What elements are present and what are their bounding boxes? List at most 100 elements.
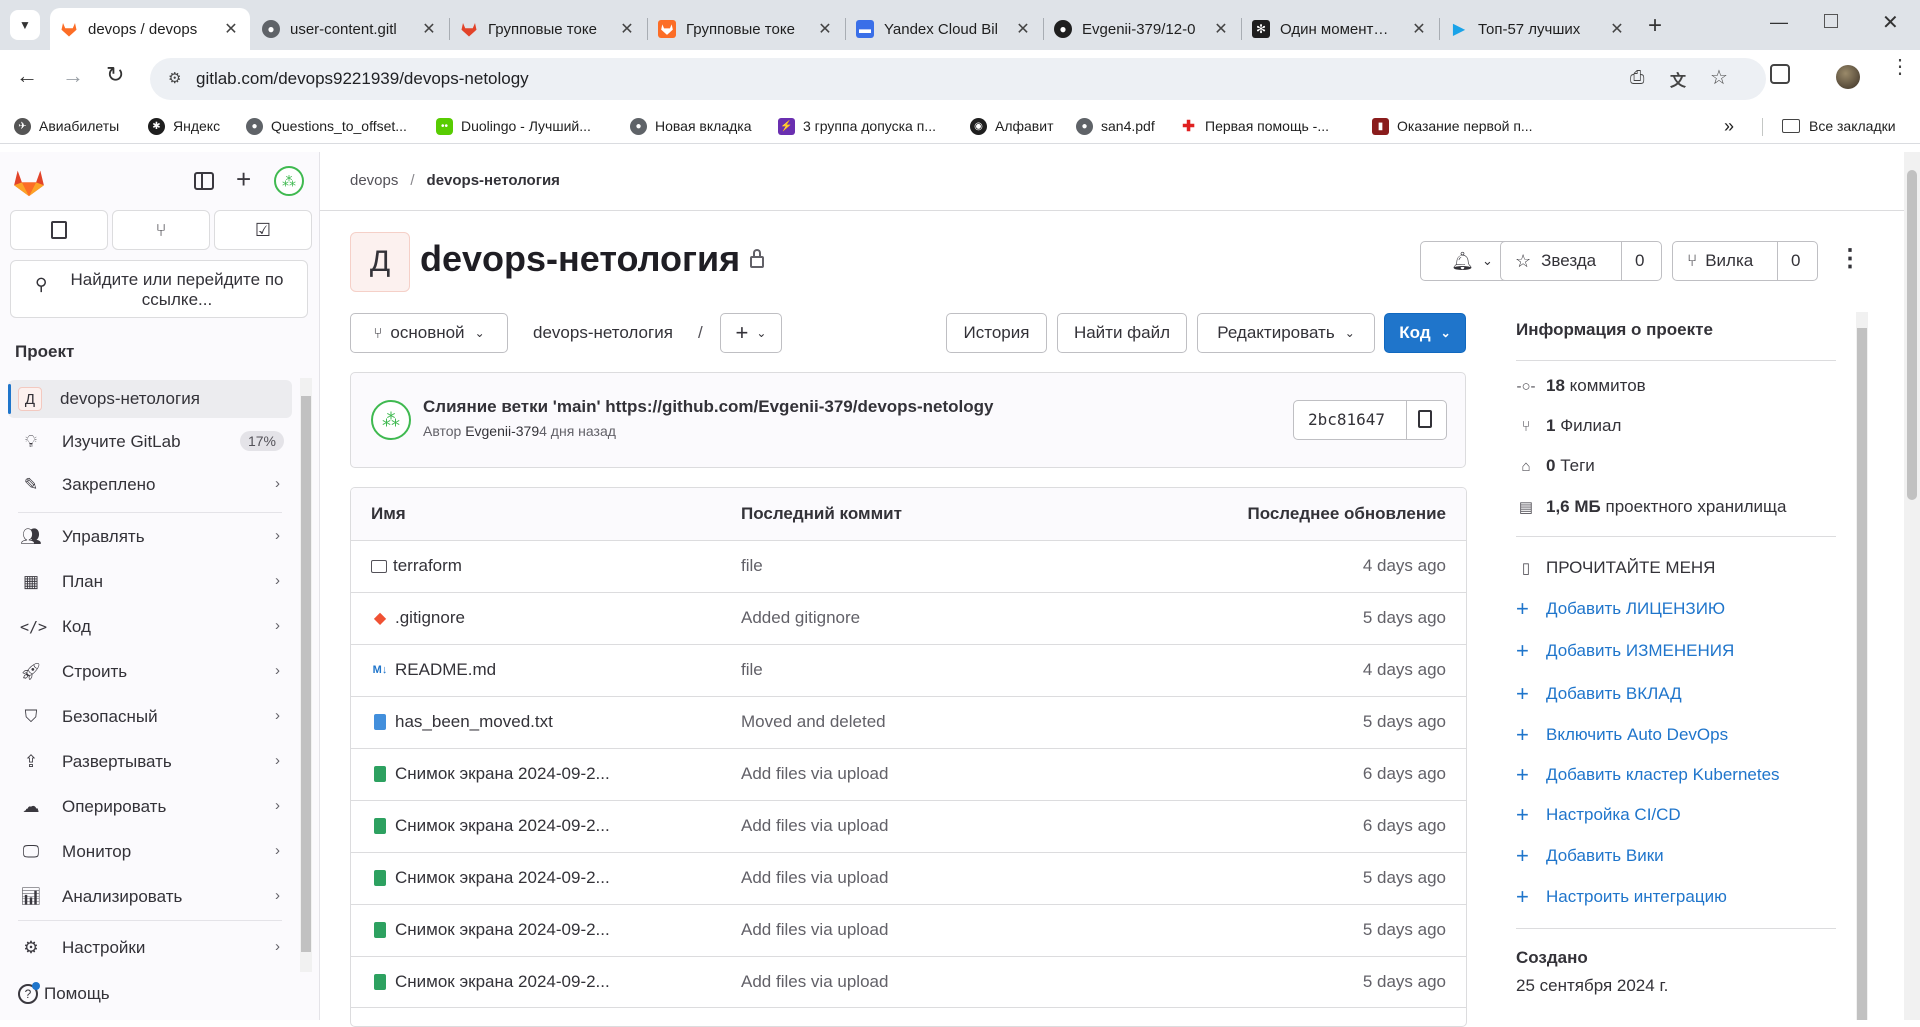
bookmark[interactable]: •• Duolingo - Лучший...: [436, 116, 591, 136]
new-tab-button[interactable]: +: [1648, 12, 1662, 40]
nav-build[interactable]: 🚀︎ Строить ›: [8, 653, 292, 691]
more-bookmarks-icon[interactable]: »: [1724, 116, 1734, 136]
browser-tab[interactable]: ● user-content.gitl ✕: [252, 8, 448, 50]
commit-sha[interactable]: 2bc81647: [1293, 400, 1447, 440]
close-window-button[interactable]: ✕: [1882, 10, 1899, 35]
close-icon[interactable]: ✕: [618, 19, 636, 39]
tab-search-button[interactable]: ▼: [10, 10, 40, 40]
todo-shortcut[interactable]: ☑: [214, 210, 312, 250]
all-bookmarks[interactable]: Все закладки: [1782, 116, 1896, 136]
bookmark[interactable]: ● Questions_to_offset...: [246, 116, 407, 136]
nav-project[interactable]: Д devops-нетология: [8, 380, 292, 418]
close-icon[interactable]: ✕: [222, 19, 240, 39]
gitlab-logo[interactable]: [12, 166, 46, 203]
copy-icon[interactable]: [1418, 410, 1432, 428]
edit-dropdown[interactable]: Редактировать ⌄: [1197, 313, 1375, 353]
bookmark-star-icon[interactable]: ☆: [1710, 65, 1728, 90]
commit-author[interactable]: Evgenii-379: [465, 423, 539, 439]
setup-cicd-link[interactable]: + Настройка CI/CD: [1516, 802, 1681, 828]
site-info-icon[interactable]: ⚙: [168, 69, 181, 87]
close-icon[interactable]: ✕: [420, 19, 438, 39]
restore-button[interactable]: [1824, 14, 1838, 28]
bookmark[interactable]: ▮ Оказание первой п...: [1372, 116, 1533, 136]
add-license-link[interactable]: + Добавить ЛИЦЕНЗИЮ: [1516, 596, 1725, 622]
close-icon[interactable]: ✕: [816, 19, 834, 39]
nav-plan[interactable]: ▦ План ›: [8, 563, 292, 601]
profile-avatar[interactable]: [1836, 65, 1860, 89]
issues-shortcut[interactable]: [10, 210, 108, 250]
code-dropdown[interactable]: Код ⌄: [1384, 313, 1466, 353]
fork-button[interactable]: ⑂ Вилка 0: [1672, 241, 1818, 281]
browser-menu-icon[interactable]: ⋮: [1890, 57, 1910, 77]
nav-code[interactable]: </> Код ›: [8, 608, 292, 646]
table-row[interactable]: terraform file 4 days ago: [351, 540, 1466, 592]
branch-selector[interactable]: ⑂ основной ⌄: [350, 313, 508, 353]
close-icon[interactable]: ✕: [1014, 19, 1032, 39]
merge-requests-shortcut[interactable]: ⑂: [112, 210, 210, 250]
forward-button[interactable]: →: [62, 63, 84, 89]
table-row[interactable]: Снимок экрана 2024-09-2... Add files via…: [351, 956, 1466, 1008]
nav-learn-gitlab[interactable]: 💡︎ Изучите GitLab 17%: [8, 423, 292, 461]
repo-path[interactable]: devops-нетология: [533, 323, 673, 343]
enable-auto-devops-link[interactable]: + Включить Auto DevOps: [1516, 722, 1728, 748]
bookmark[interactable]: ⚡ 3 группа допуска п...: [778, 116, 936, 136]
nav-deploy[interactable]: ⇪ Развертывать ›: [8, 743, 292, 781]
sidebar-scrollbar[interactable]: [300, 378, 312, 972]
install-app-icon[interactable]: ⎙: [1630, 67, 1644, 88]
user-avatar[interactable]: ⁂: [274, 166, 304, 196]
bookmark[interactable]: ● san4.pdf: [1076, 116, 1155, 136]
history-button[interactable]: История: [946, 313, 1047, 353]
panel-scrollbar[interactable]: [1856, 312, 1868, 1020]
browser-tab[interactable]: devops / devops ✕: [50, 8, 250, 50]
url-text[interactable]: gitlab.com/devops9221939/devops-netology: [196, 69, 529, 89]
star-button[interactable]: ☆ Звезда 0: [1500, 241, 1662, 281]
table-row[interactable]: ◆ .gitignore Added gitignore 5 days ago: [351, 592, 1466, 644]
browser-tab[interactable]: Групповые токе ✕: [648, 8, 844, 50]
nav-analyze[interactable]: 📊︎ Анализировать ›: [8, 878, 292, 916]
author-avatar[interactable]: ⁂: [371, 400, 411, 440]
add-contributing-link[interactable]: + Добавить ВКЛАД: [1516, 681, 1682, 707]
storage-stat[interactable]: ▤ 1,6 МБ проектного хранилища: [1516, 497, 1787, 517]
help-link[interactable]: ? Помощь: [18, 982, 110, 1004]
browser-tab[interactable]: ✻ Один момент… ✕: [1242, 8, 1438, 50]
create-new-icon[interactable]: +: [236, 164, 251, 195]
table-row[interactable]: has_been_moved.txt Moved and deleted 5 d…: [351, 696, 1466, 748]
commits-stat[interactable]: -○- 18 коммитов: [1516, 376, 1645, 396]
translate-icon[interactable]: 文: [1670, 67, 1686, 91]
find-file-button[interactable]: Найти файл: [1057, 313, 1187, 353]
back-button[interactable]: ←: [16, 63, 38, 89]
browser-tab[interactable]: ▶ Топ-57 лучших ✕: [1440, 8, 1636, 50]
close-icon[interactable]: ✕: [1608, 19, 1626, 39]
bookmark[interactable]: ✈ Авиабилеты: [14, 116, 119, 136]
table-row[interactable]: Снимок экрана 2024-09-2... Add files via…: [351, 904, 1466, 956]
commit-message[interactable]: Слияние ветки 'main' https://github.com/…: [423, 397, 994, 417]
add-wiki-link[interactable]: + Добавить Вики: [1516, 843, 1664, 869]
more-actions-icon[interactable]: ⋮: [1838, 244, 1862, 273]
table-row[interactable]: Снимок экрана 2024-09-2... Add files via…: [351, 800, 1466, 852]
bookmark[interactable]: ● Новая вкладка: [630, 116, 752, 136]
close-icon[interactable]: ✕: [1212, 19, 1230, 39]
nav-pinned[interactable]: ✎ Закреплено ›: [8, 466, 292, 504]
configure-integration-link[interactable]: + Настроить интеграцию: [1516, 884, 1727, 910]
close-icon[interactable]: ✕: [1410, 19, 1428, 39]
extensions-icon[interactable]: [1770, 64, 1790, 84]
nav-monitor[interactable]: 🖵︎ Монитор ›: [8, 833, 292, 871]
breadcrumb-group[interactable]: devops: [350, 172, 398, 189]
bookmark[interactable]: ✱ Яндекс: [148, 116, 220, 136]
tags-stat[interactable]: ⌂ 0 Теги: [1516, 456, 1594, 476]
table-row[interactable]: M↓ README.md file 4 days ago: [351, 644, 1466, 696]
bookmark[interactable]: ◉ Алфавит: [970, 116, 1053, 136]
reload-button[interactable]: ↻: [106, 62, 124, 88]
nav-manage[interactable]: 👥︎ Управлять ›: [8, 518, 292, 556]
readme-link[interactable]: ▯ ПРОЧИТАЙТЕ МЕНЯ: [1516, 558, 1716, 578]
minimize-button[interactable]: —: [1770, 12, 1788, 33]
toggle-sidebar-icon[interactable]: [194, 172, 214, 190]
branches-stat[interactable]: ⑂ 1 Филиал: [1516, 416, 1621, 436]
nav-operate[interactable]: ☁ Оперировать ›: [8, 788, 292, 826]
bookmark[interactable]: ✚ Первая помощь -...: [1180, 116, 1329, 136]
nav-settings[interactable]: ⚙ Настройки ›: [8, 929, 292, 967]
table-row[interactable]: Снимок экрана 2024-09-2... Add files via…: [351, 852, 1466, 904]
add-changelog-link[interactable]: + Добавить ИЗМЕНЕНИЯ: [1516, 638, 1734, 664]
add-kubernetes-link[interactable]: + Добавить кластер Kubernetes: [1516, 762, 1780, 788]
breadcrumb-project[interactable]: devops-нетология: [427, 172, 560, 189]
